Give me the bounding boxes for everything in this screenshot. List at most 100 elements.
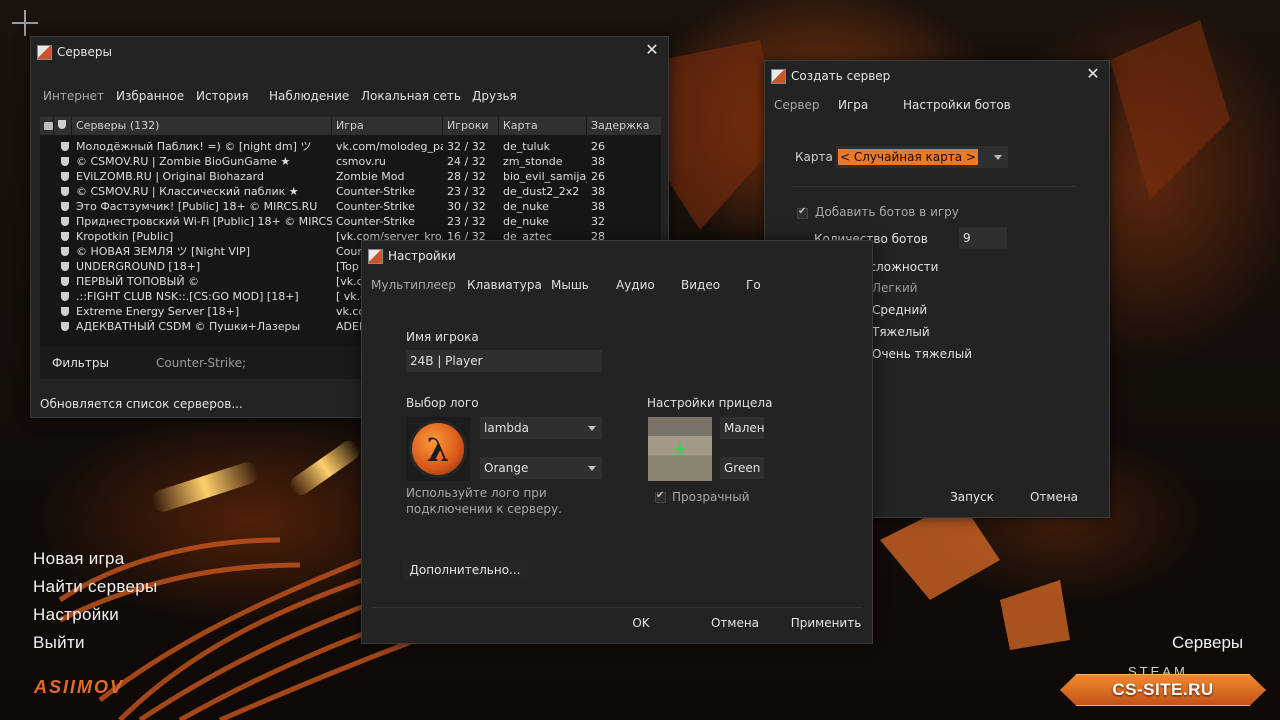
close-icon[interactable]: ✕	[644, 42, 660, 58]
cell-server-name: АДЕКВАТНЫЙ CSDM © Пушки+Лазеры	[76, 320, 301, 333]
cell-players: 30 / 32	[447, 200, 486, 213]
table-row[interactable]: © CSMOV.RU | Классический паблик ★ Counte…	[40, 184, 661, 199]
chevron-down-icon	[588, 426, 596, 431]
tab-bot-settings[interactable]: Настройки ботов	[903, 94, 1011, 116]
tab-keyboard[interactable]: Клавиатура	[467, 274, 551, 296]
cell-latency: 26	[591, 170, 605, 183]
table-row[interactable]: EViLZOMB.RU | Original Biohazard Zombie M…	[40, 169, 661, 184]
menu-settings[interactable]: Настройки	[33, 604, 158, 632]
close-icon[interactable]: ✕	[1085, 66, 1101, 82]
crosshair-color-dropdown[interactable]: Green	[720, 457, 764, 479]
tab-video[interactable]: Видео	[681, 274, 746, 296]
player-name-field[interactable]: 24B | Player	[406, 350, 602, 372]
logo-dropdown[interactable]: lambda	[480, 417, 602, 439]
col-servers[interactable]: Серверы (132)	[72, 117, 332, 135]
tab-audio[interactable]: Аудио	[616, 274, 681, 296]
cell-players: 28 / 32	[447, 170, 486, 183]
lock-icon	[44, 122, 53, 130]
difficulty-medium-label: Средний	[872, 303, 928, 317]
logo-preview: λ	[406, 417, 470, 481]
cell-server-name: ПЕРВЫЙ ТОПОВЫЙ ©	[76, 275, 200, 288]
col-lock[interactable]	[40, 117, 54, 135]
chevron-down-icon	[994, 155, 1002, 160]
shield-icon	[61, 247, 69, 256]
logo-color-dropdown[interactable]: Orange	[480, 457, 602, 479]
cell-server-name: EViLZOMB.RU | Original Biohazard	[76, 170, 264, 183]
lock-cell	[40, 259, 54, 274]
table-row[interactable]: Это Фастзумчик! [Public] 18+ © MIRCS.RU C…	[40, 199, 661, 214]
col-map[interactable]: Карта	[499, 117, 587, 135]
tab-game[interactable]: Игра	[838, 94, 903, 116]
shield-icon	[61, 202, 69, 211]
window-titlebar[interactable]: Серверы ✕	[31, 37, 668, 67]
menu-quit[interactable]: Выйти	[33, 632, 158, 660]
advanced-button[interactable]: Дополнительно...	[402, 560, 528, 580]
app-icon	[771, 69, 786, 84]
window-titlebar[interactable]: Создать сервер ✕	[765, 61, 1109, 91]
secure-cell	[54, 244, 72, 259]
bot-count-field[interactable]: 9	[959, 227, 1007, 249]
add-bots-checkbox[interactable]	[797, 206, 808, 219]
logo-hint: Используйте лого при подключении к серве…	[406, 485, 562, 517]
cell-server-name: Kropotkin [Public]	[76, 230, 174, 243]
table-row[interactable]: Молодёжный Паблик! =) © [night dm] ツ vk.c…	[40, 139, 661, 154]
col-latency[interactable]: Задержка	[587, 117, 661, 135]
col-game[interactable]: Игра	[332, 117, 443, 135]
logo-label: Выбор лого	[406, 396, 479, 410]
tab-mouse[interactable]: Мышь	[551, 274, 616, 296]
tab-favorites[interactable]: Избранное	[116, 85, 196, 107]
tab-friends[interactable]: Друзья	[472, 85, 517, 107]
secure-cell	[54, 304, 72, 319]
app-icon	[368, 249, 383, 264]
divider	[372, 607, 862, 608]
col-secure[interactable]	[54, 117, 72, 135]
table-row[interactable]: Приднестровский Wi-Fi [Public] 18+ © MIR…	[40, 214, 661, 229]
tab-more[interactable]: Го	[746, 274, 761, 296]
filters-summary: Counter-Strike;	[156, 356, 247, 370]
menu-new-game[interactable]: Новая игра	[33, 548, 158, 576]
cell-players: 32 / 32	[447, 140, 486, 153]
crosshair-size-value: Малень	[724, 421, 764, 435]
cancel-button[interactable]: Отмена	[700, 616, 770, 630]
cell-server-name: UNDERGROUND [18+]	[76, 260, 201, 273]
tab-server[interactable]: Сервер	[774, 94, 838, 116]
window-titlebar[interactable]: Настройки	[362, 241, 872, 271]
crosshair-size-dropdown[interactable]: Малень	[720, 417, 764, 439]
tab-multiplayer[interactable]: Мультиплеер	[371, 274, 467, 296]
ok-button[interactable]: OK	[606, 616, 676, 630]
tab-internet[interactable]: Интернет	[43, 85, 116, 107]
transparent-checkbox[interactable]	[655, 490, 666, 503]
window-title: Создать сервер	[791, 69, 891, 83]
lock-cell	[40, 169, 54, 184]
cell-players: 23 / 32	[447, 215, 486, 228]
cell-map: bio_evil_samija_fl	[503, 170, 587, 183]
cancel-button[interactable]: Отмена	[1019, 490, 1089, 504]
tab-history[interactable]: История	[196, 85, 269, 107]
crosshair-icon	[679, 443, 681, 455]
cell-server-name: Extreme Energy Server [18+]	[76, 305, 240, 318]
cell-server-name: Молодёжный Паблик! =) © [night dm] ツ	[76, 140, 312, 153]
secure-cell	[54, 184, 72, 199]
servers-link[interactable]: Серверы	[1172, 633, 1243, 653]
col-players[interactable]: Игроки	[443, 117, 499, 135]
table-row[interactable]: © CSMOV.RU | Zombie BioGunGame ★ csmov.ru…	[40, 154, 661, 169]
secure-cell	[54, 274, 72, 289]
brand-logo: ASIIMOV	[34, 677, 125, 697]
shield-icon	[61, 142, 69, 151]
logo-hint-line: Используйте лого при	[406, 486, 547, 500]
menu-find-servers[interactable]: Найти серверы	[33, 576, 158, 604]
tab-spectate[interactable]: Наблюдение	[269, 85, 361, 107]
site-banner-text: CS-SITE.RU	[1112, 680, 1214, 699]
tab-lan[interactable]: Локальная сеть	[361, 85, 472, 107]
add-bots-label: Добавить ботов в игру	[815, 205, 959, 219]
cell-game: Counter-Strike	[336, 200, 415, 213]
map-dropdown[interactable]: < Случайная карта >	[836, 146, 1008, 168]
chevron-down-icon	[588, 466, 596, 471]
start-button[interactable]: Запуск	[937, 490, 1007, 504]
difficulty-very-hard-label: Очень тяжелый	[872, 347, 972, 361]
transparent-label: Прозрачный	[672, 490, 750, 504]
map-selected-value: < Случайная карта >	[838, 149, 978, 165]
apply-button[interactable]: Применить	[786, 616, 866, 630]
cell-map: de_tuluk	[503, 140, 550, 153]
filters-button[interactable]: Фильтры	[52, 356, 109, 370]
